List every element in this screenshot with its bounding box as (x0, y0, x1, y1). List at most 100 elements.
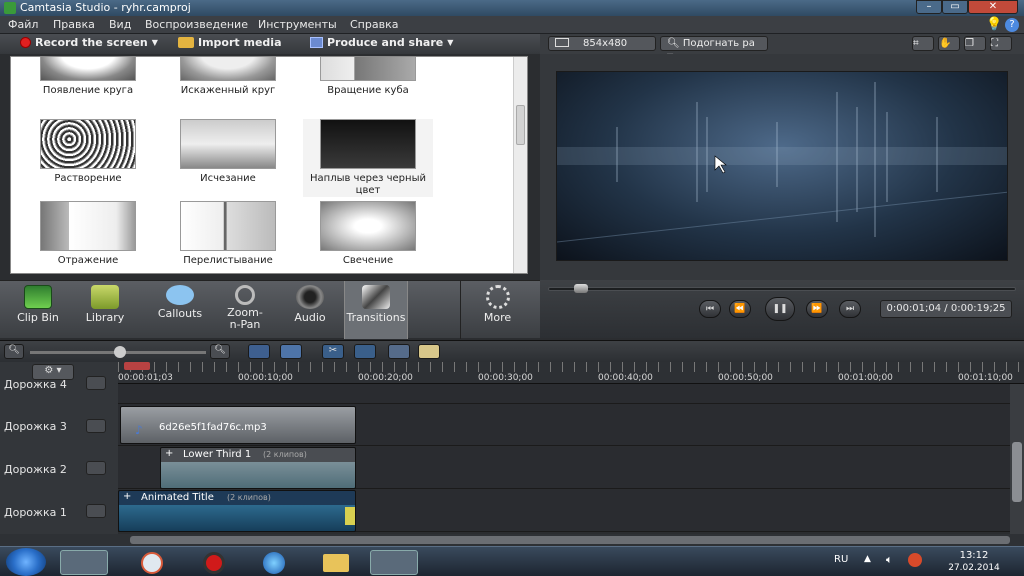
tab-audio[interactable]: Audio (280, 281, 340, 339)
menu-file[interactable]: Файл (8, 18, 38, 31)
lock-icon[interactable] (86, 461, 106, 475)
taskbar-app-camtasia[interactable] (60, 550, 108, 575)
maximize-button[interactable]: ▭ (942, 0, 968, 14)
transition-circle-reveal[interactable]: Появление круга (23, 57, 153, 97)
cut-icon[interactable]: ✂ (322, 344, 344, 359)
taskbar-app-browser[interactable] (250, 550, 298, 575)
skip-forward-icon[interactable]: ⏭ (839, 300, 861, 318)
volume-icon[interactable]: 🔈︎ (886, 553, 893, 567)
transition-distorted-circle[interactable]: Искаженный круг (163, 57, 293, 97)
zoom-slider-handle[interactable] (114, 346, 126, 358)
fast-forward-icon[interactable]: ⏩ (806, 300, 828, 318)
zoom-fit-dropdown[interactable]: 🔍︎ Подогнать ра ▼ (660, 36, 768, 61)
tab-zoom-n-pan[interactable]: Zoom-n-Pan (212, 281, 278, 339)
undo-icon[interactable] (248, 344, 270, 359)
video-canvas[interactable] (556, 71, 1008, 261)
taskbar-app-recorder[interactable] (190, 550, 238, 575)
track-row-4 (118, 384, 1010, 404)
preview-toolbar: 854x480 🔍︎ Подогнать ра ▼ ⌗ ✋ ❐ ⛶ (540, 34, 1024, 61)
taskbar-app-folder[interactable] (312, 550, 360, 575)
clock-time[interactable]: 13:12 (944, 550, 1004, 561)
help-icon[interactable]: ? (1005, 18, 1019, 32)
lightbulb-icon[interactable]: 💡 (986, 17, 1002, 32)
audio-clip[interactable]: ♪ 6d26e5f1fad76c.mp3 (120, 406, 356, 444)
menu-edit[interactable]: Правка (53, 18, 95, 31)
fullscreen-icon[interactable]: ⛶ (990, 36, 1012, 51)
language-indicator[interactable]: RU (834, 554, 848, 565)
transition-page-turn[interactable]: Перелистывание (163, 201, 293, 267)
transition-thumbnail (320, 201, 416, 251)
copy-icon[interactable] (388, 344, 410, 359)
split-icon[interactable] (354, 344, 376, 359)
task-tabs: Clip Bin Library Callouts Zoom-n-Pan Aud… (0, 280, 540, 339)
transition-cube-rotate[interactable]: Вращение куба (303, 57, 433, 97)
track-name: Дорожка 1 (4, 506, 67, 519)
tray-expand-icon[interactable]: ▲ (864, 554, 871, 564)
track-row-1: + Animated Title (2 клипов) (118, 490, 1010, 532)
scrollbar-thumb[interactable] (1012, 442, 1022, 502)
track-headers: ⚙ ▾ Дорожка 4 Дорожка 3 Дорожка 2 Дорожк… (0, 362, 118, 534)
detach-preview-icon[interactable]: ❐ (964, 36, 986, 51)
minimize-button[interactable]: – (916, 0, 942, 14)
timeline-toolbar: 🔍︎ 🔍︎ ✂ (0, 340, 1024, 362)
redo-icon[interactable] (280, 344, 302, 359)
pan-hand-icon[interactable]: ✋ (938, 36, 960, 51)
produce-share-button[interactable]: Produce and share ▼ (310, 36, 453, 49)
gallery-scrollbar[interactable] (513, 57, 527, 273)
tray-app-icon[interactable] (908, 553, 922, 567)
tab-clip-bin[interactable]: Clip Bin (4, 281, 72, 339)
tab-transitions[interactable]: Transitions (344, 281, 408, 339)
crop-icon[interactable]: ⌗ (912, 36, 934, 51)
rewind-icon[interactable]: ⏪ (729, 300, 751, 318)
lock-icon[interactable] (86, 376, 106, 390)
ruler-label: 00:01:10;00 (958, 373, 1013, 383)
lower-third-clip-group[interactable]: + Lower Third 1 (2 клипов) (160, 447, 356, 489)
menu-view[interactable]: Вид (109, 18, 131, 31)
record-screen-button[interactable]: Record the screen ▼ (20, 36, 158, 49)
transition-dissolve[interactable]: Растворение (23, 119, 153, 185)
scrollbar-thumb[interactable] (130, 536, 1010, 544)
clock-date[interactable]: 27.02.2014 (944, 563, 1004, 573)
scrollbar-thumb[interactable] (516, 105, 525, 145)
taskbar-app-camtasia-recorder[interactable] (370, 550, 418, 575)
timeline-vertical-scrollbar[interactable] (1010, 384, 1024, 534)
transition-fade-through-black[interactable]: Наплыв через черный цвет (303, 119, 433, 197)
menu-tools[interactable]: Инструменты (258, 18, 337, 31)
app-icon (4, 2, 16, 14)
magnifier-icon (235, 285, 255, 305)
seek-bar[interactable] (548, 287, 1016, 291)
track-name: Дорожка 2 (4, 463, 67, 476)
transition-reflection[interactable]: Отражение (23, 201, 153, 267)
resolution-dropdown[interactable]: 854x480 (548, 36, 656, 51)
menu-help[interactable]: Справка (350, 18, 398, 31)
transition-glow[interactable]: Свечение (303, 201, 433, 267)
tab-more[interactable]: More (460, 281, 534, 339)
lock-icon[interactable] (86, 504, 106, 518)
transitions-gallery: Появление круга Искаженный круг Вращение… (10, 56, 528, 274)
pause-icon[interactable]: ❚❚ (765, 297, 795, 321)
skip-back-icon[interactable]: ⏮ (699, 300, 721, 318)
zoom-out-icon[interactable]: 🔍︎ (4, 344, 24, 359)
timeline-horizontal-scrollbar[interactable] (0, 534, 1024, 546)
tab-callouts[interactable]: Callouts (148, 281, 212, 339)
close-button[interactable]: ✕ (968, 0, 1018, 14)
transition-fade[interactable]: Исчезание (163, 119, 293, 185)
timeline-ruler[interactable]: 00:00:01;03 00:00:10;00 00:00:20;00 00:0… (118, 362, 1024, 384)
zoom-in-icon[interactable]: 🔍︎ (210, 344, 230, 359)
menu-playback[interactable]: Воспроизведение (145, 18, 248, 31)
paste-icon[interactable] (418, 344, 440, 359)
track-name: Дорожка 4 (4, 378, 67, 391)
tab-library[interactable]: Library (72, 281, 138, 339)
main-toolbar: Record the screen ▼ Import media Produce… (0, 34, 540, 54)
expand-plus-icon[interactable]: + (165, 448, 173, 459)
import-media-button[interactable]: Import media (178, 36, 282, 49)
ruler-label: 00:00:20;00 (358, 373, 413, 383)
seek-handle[interactable] (574, 284, 588, 293)
taskbar-app-explorer[interactable] (128, 550, 176, 575)
start-button[interactable] (6, 548, 46, 576)
expand-plus-icon[interactable]: + (123, 491, 131, 502)
playhead-marker[interactable] (124, 362, 150, 370)
animated-title-clip-group[interactable]: + Animated Title (2 клипов) (118, 490, 356, 532)
transitions-icon (362, 285, 390, 309)
lock-icon[interactable] (86, 419, 106, 433)
